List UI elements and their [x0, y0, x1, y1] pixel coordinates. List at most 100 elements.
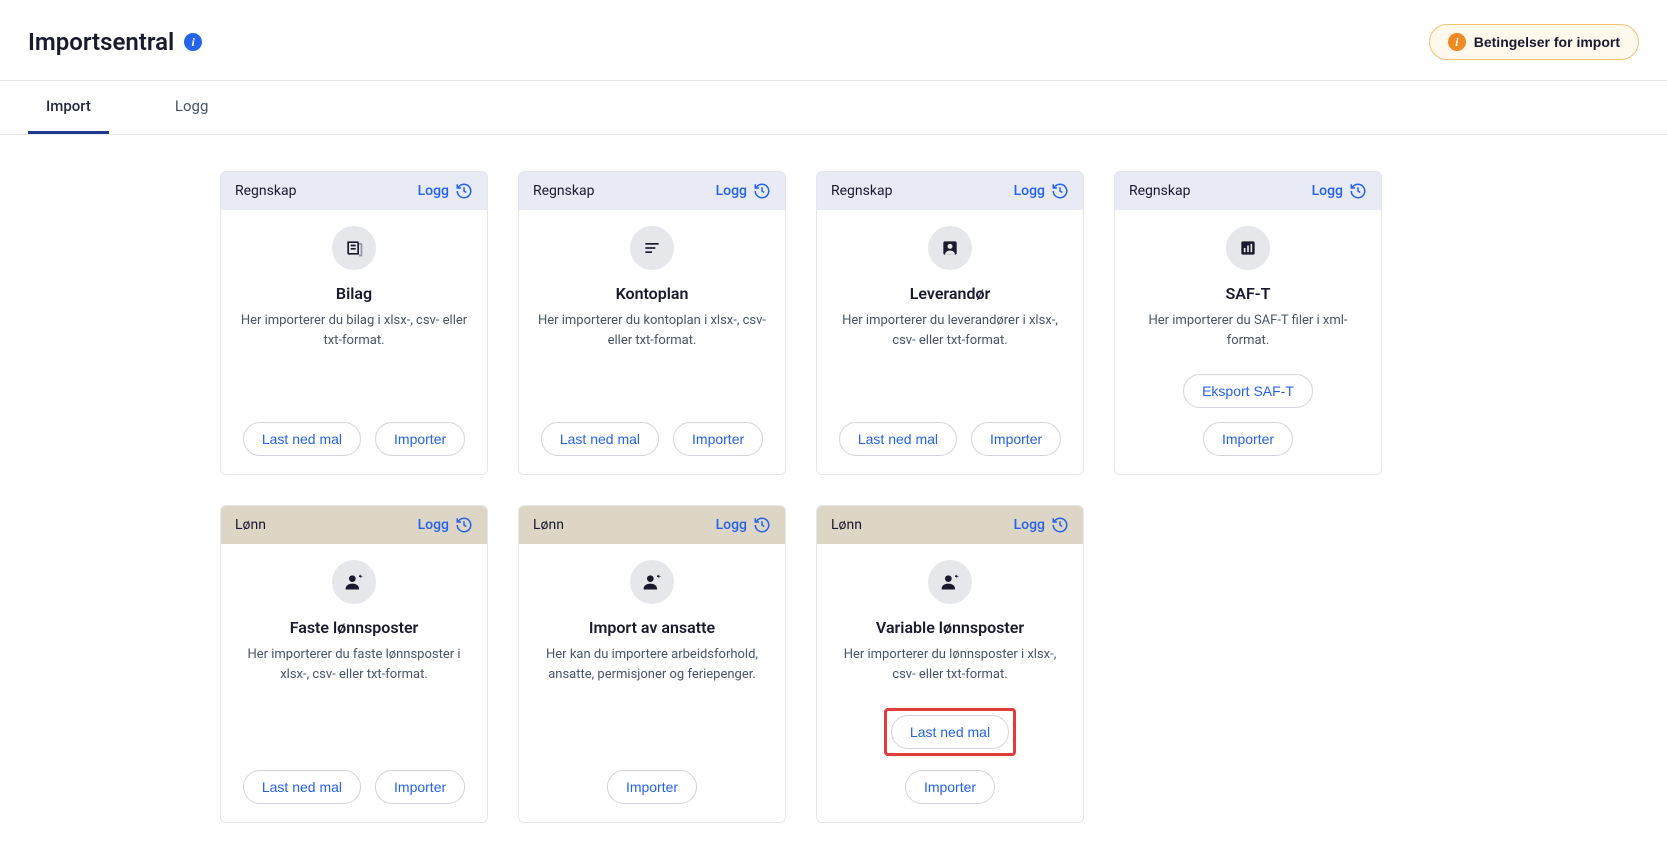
- history-icon: [1051, 516, 1069, 534]
- card-actions: Last ned mal Importer: [817, 408, 1083, 474]
- export-saft-button[interactable]: Eksport SAF-T: [1183, 374, 1313, 408]
- svg-text:+: +: [955, 573, 959, 581]
- list-icon: [630, 226, 674, 270]
- card-category: Lønn: [235, 517, 266, 533]
- card-log-label: Logg: [418, 183, 449, 199]
- tabs: Import Logg: [0, 81, 1667, 135]
- card-actions: Last ned mal Importer: [221, 408, 487, 474]
- card-body: + Faste lønnsposter Her importerer du fast…: [221, 544, 487, 694]
- card-grid: Regnskap Logg Bilag Her importerer du bilag…: [0, 135, 1667, 859]
- card-body: + Variable lønnsposter Her importerer du l…: [817, 544, 1083, 694]
- card-log-label: Logg: [1014, 517, 1045, 533]
- card-title: Faste lønnsposter: [290, 618, 419, 637]
- info-icon[interactable]: i: [184, 33, 202, 51]
- conditions-button[interactable]: i Betingelser for import: [1429, 24, 1639, 60]
- svg-text:+: +: [657, 573, 661, 581]
- download-template-button[interactable]: Last ned mal: [541, 422, 659, 456]
- card-log-label: Logg: [1312, 183, 1343, 199]
- import-button[interactable]: Importer: [607, 770, 697, 804]
- page-title: Importsentral: [28, 28, 174, 56]
- person-plus-icon: +: [332, 560, 376, 604]
- card-header: RegnskapLogg: [1115, 172, 1381, 210]
- card-category: Regnskap: [235, 183, 296, 199]
- card-body: SAF-T Her importerer du SAF-T filer i xml…: [1115, 210, 1381, 360]
- card-body: + Import av ansatte Her kan du importere a…: [519, 544, 785, 694]
- card-actions: Last ned mal Importer: [519, 408, 785, 474]
- card-actions: Last ned mal Importer: [817, 694, 1083, 822]
- card-actions: Importer: [519, 756, 785, 822]
- card-description: Her importerer du lønnsposter i xlsx-, c…: [835, 645, 1065, 684]
- card-log-link[interactable]: Logg: [716, 516, 771, 534]
- card-title: Kontoplan: [616, 284, 689, 303]
- tab-logg[interactable]: Logg: [157, 81, 226, 134]
- history-icon: [1051, 182, 1069, 200]
- card-log-label: Logg: [716, 517, 747, 533]
- import-card: Lønn Logg + Import av ansatte Her kan du imp…: [518, 505, 786, 823]
- warning-icon: i: [1448, 33, 1466, 51]
- import-button[interactable]: Importer: [1203, 422, 1293, 456]
- card-body: Kontoplan Her importerer du kontoplan i x…: [519, 210, 785, 360]
- card-log-link[interactable]: Logg: [1014, 182, 1069, 200]
- import-button[interactable]: Importer: [673, 422, 763, 456]
- card-log-link[interactable]: Logg: [1312, 182, 1367, 200]
- card-header: Lønn Logg: [221, 506, 487, 544]
- tab-import[interactable]: Import: [28, 81, 109, 134]
- chart-icon: [1226, 226, 1270, 270]
- import-card: RegnskapLogg SAF-T Her importerer du SAF-T…: [1114, 171, 1382, 475]
- download-template-button[interactable]: Last ned mal: [891, 715, 1009, 749]
- card-description: Her importerer du faste lønnsposter i xl…: [239, 645, 469, 684]
- card-description: Her kan du importere arbeidsforhold, ans…: [537, 645, 767, 684]
- card-actions: Last ned mal Importer: [221, 756, 487, 822]
- card-body: Bilag Her importerer du bilag i xlsx-, cs…: [221, 210, 487, 360]
- history-icon: [753, 182, 771, 200]
- card-header: Regnskap Logg: [817, 172, 1083, 210]
- card-actions: Eksport SAF-T Importer: [1115, 360, 1381, 474]
- card-body: Leverandør Her importerer du leverandører…: [817, 210, 1083, 360]
- card-log-link[interactable]: Logg: [716, 182, 771, 200]
- card-title: Variable lønnsposter: [876, 618, 1024, 637]
- import-button[interactable]: Importer: [905, 770, 995, 804]
- download-template-button[interactable]: Last ned mal: [243, 770, 361, 804]
- download-template-button[interactable]: Last ned mal: [243, 422, 361, 456]
- card-title: Bilag: [336, 284, 372, 303]
- import-button[interactable]: Importer: [375, 422, 465, 456]
- card-description: Her importerer du kontoplan i xlsx-, csv…: [537, 311, 767, 350]
- card-category: Regnskap: [533, 183, 594, 199]
- account-icon: [928, 226, 972, 270]
- import-card: Regnskap Logg Leverandør Her importerer du …: [816, 171, 1084, 475]
- card-header: Regnskap Logg: [519, 172, 785, 210]
- import-card: Regnskap Logg Kontoplan Her importerer du k…: [518, 171, 786, 475]
- download-template-button[interactable]: Last ned mal: [839, 422, 957, 456]
- card-log-link[interactable]: Logg: [418, 516, 473, 534]
- card-title: Import av ansatte: [589, 618, 715, 637]
- card-category: Lønn: [533, 517, 564, 533]
- history-icon: [455, 182, 473, 200]
- history-icon: [753, 516, 771, 534]
- conditions-label: Betingelser for import: [1474, 34, 1620, 50]
- card-log-label: Logg: [418, 517, 449, 533]
- card-header: Lønn Logg: [817, 506, 1083, 544]
- history-icon: [455, 516, 473, 534]
- card-log-link[interactable]: Logg: [418, 182, 473, 200]
- card-category: Regnskap: [831, 183, 892, 199]
- receipt-icon: [332, 226, 376, 270]
- highlighted-action: Last ned mal: [884, 708, 1016, 756]
- import-button[interactable]: Importer: [971, 422, 1061, 456]
- card-description: Her importerer du leverandører i xlsx-, …: [835, 311, 1065, 350]
- import-card: Lønn Logg + Variable lønnsposter Her importe…: [816, 505, 1084, 823]
- card-title: Leverandør: [910, 284, 991, 303]
- import-button[interactable]: Importer: [375, 770, 465, 804]
- card-description: Her importerer du SAF-T filer i xml-form…: [1133, 311, 1363, 350]
- svg-text:+: +: [359, 573, 363, 581]
- card-log-label: Logg: [716, 183, 747, 199]
- card-header: Regnskap Logg: [221, 172, 487, 210]
- person-plus-icon: +: [630, 560, 674, 604]
- import-card: Regnskap Logg Bilag Her importerer du bilag…: [220, 171, 488, 475]
- history-icon: [1349, 182, 1367, 200]
- person-plus-icon: +: [928, 560, 972, 604]
- import-card: Lønn Logg + Faste lønnsposter Her importerer…: [220, 505, 488, 823]
- card-title: SAF-T: [1226, 284, 1271, 303]
- card-category: Lønn: [831, 517, 862, 533]
- card-log-link[interactable]: Logg: [1014, 516, 1069, 534]
- card-description: Her importerer du bilag i xlsx-, csv- el…: [239, 311, 469, 350]
